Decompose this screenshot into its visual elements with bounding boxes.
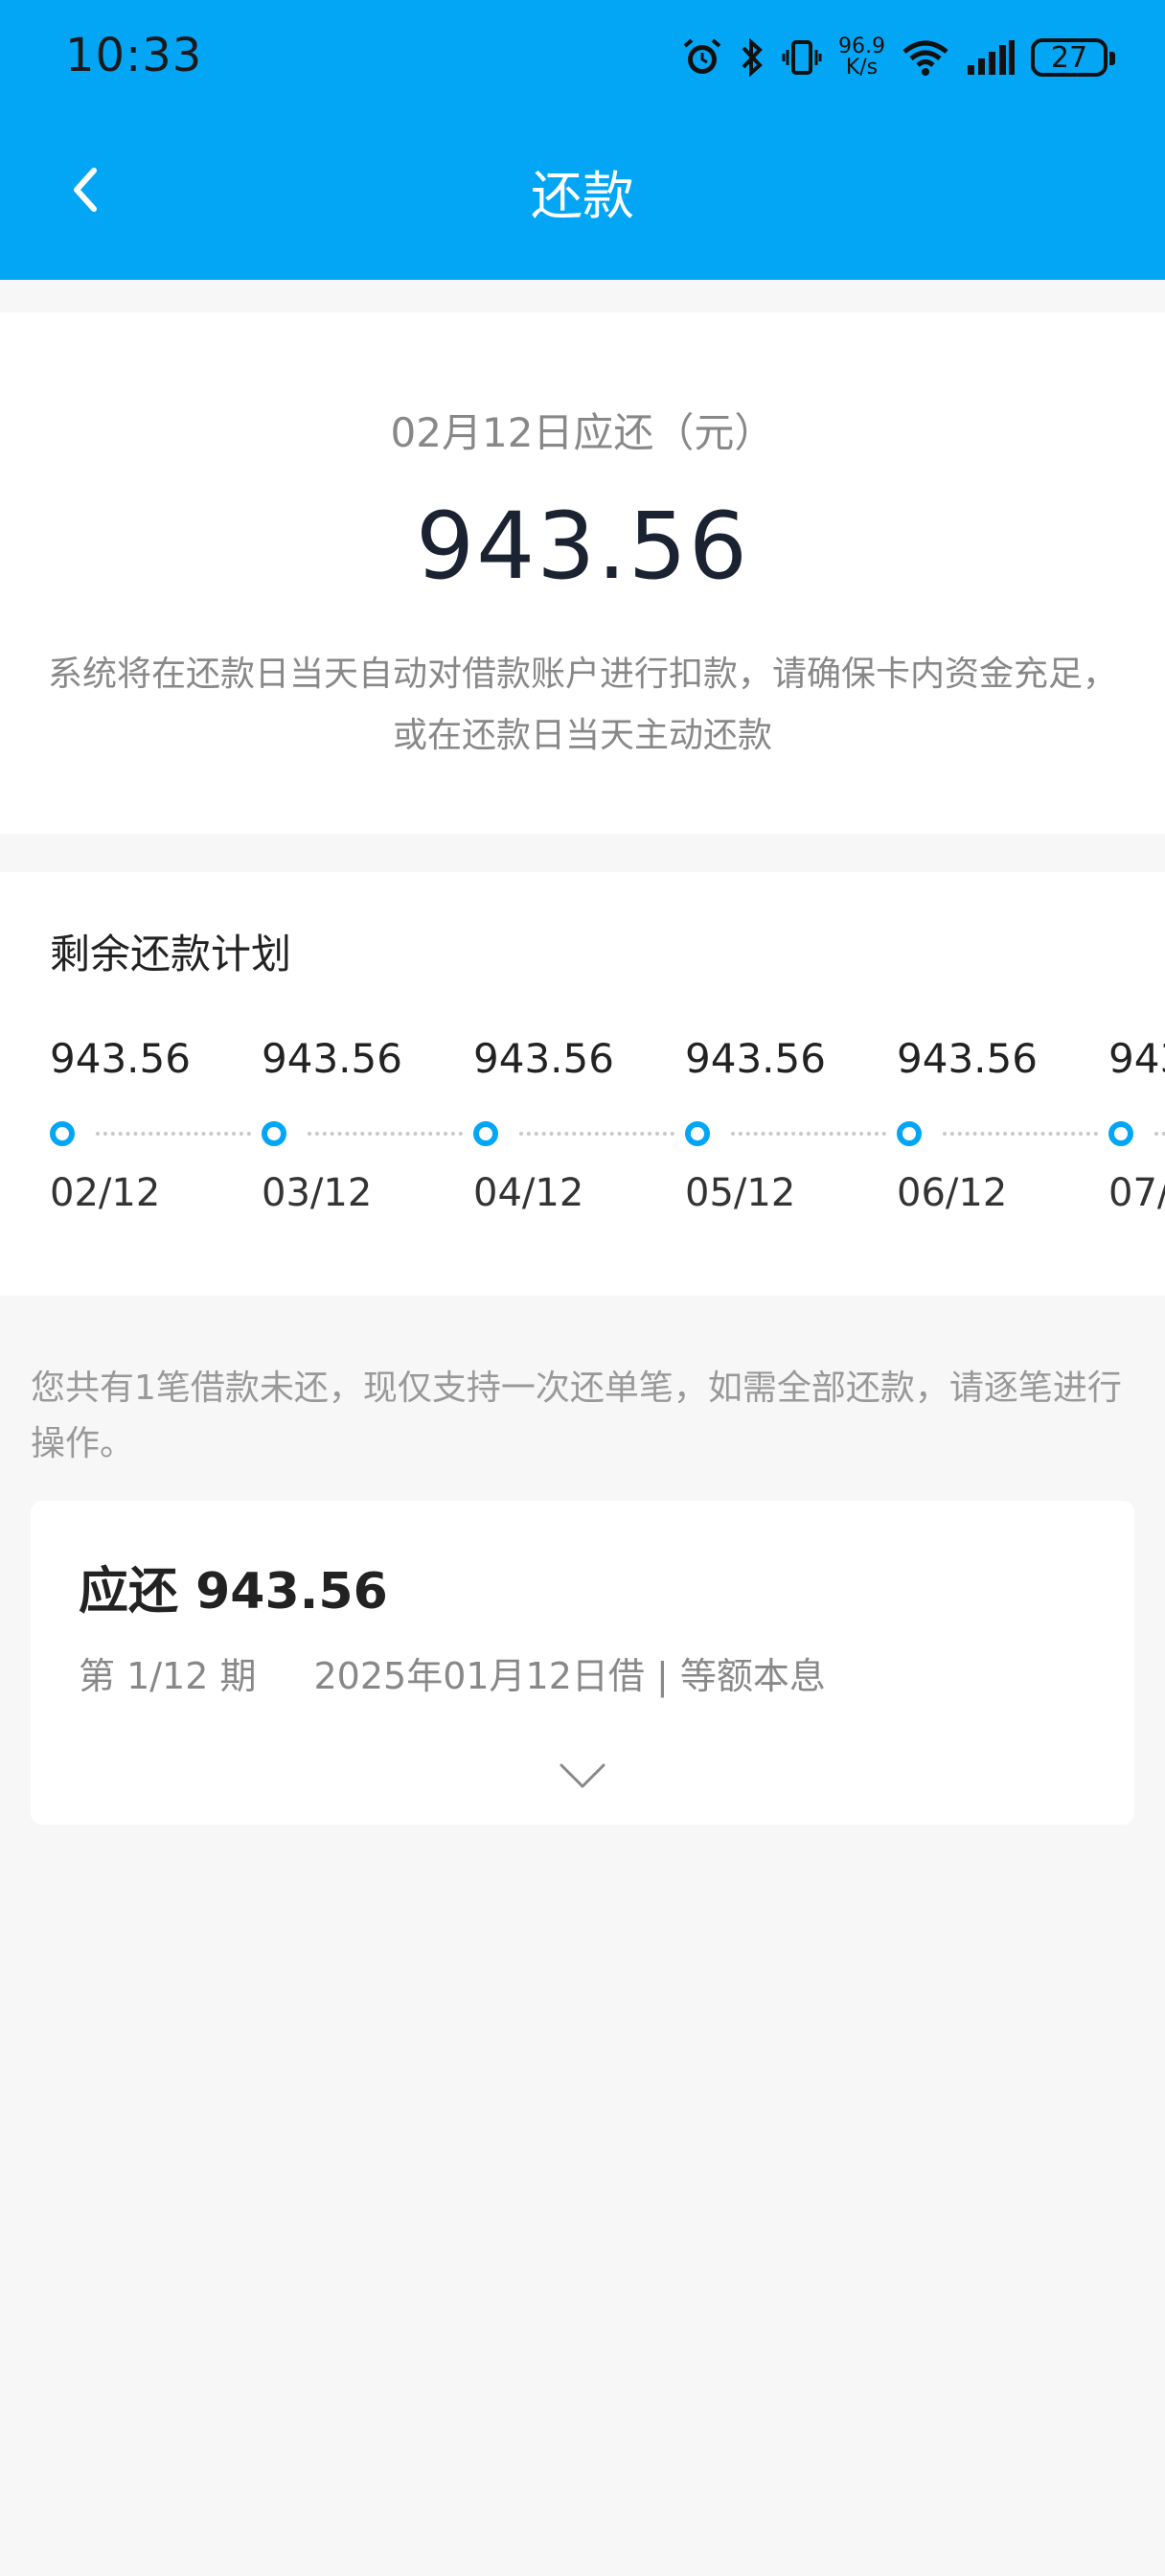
timeline-connector	[96, 1132, 251, 1136]
timeline-connector	[1154, 1132, 1165, 1136]
page-title: 还款	[531, 166, 634, 226]
plan-item: 943.56 07/12	[1108, 872, 1165, 1296]
timeline-connector	[943, 1132, 1098, 1136]
signal-icon	[968, 40, 1015, 75]
timeline-connector	[519, 1132, 674, 1136]
chevron-down-icon[interactable]	[558, 1761, 607, 1790]
loan-meta: 第 1/12 期 2025年01月12日借 | 等额本息	[79, 1646, 826, 1699]
plan-item-date: 02/12	[50, 1171, 161, 1215]
repayment-plan-card[interactable]: 剩余还款计划 943.56 02/12 943.56 03/12 943.56 …	[0, 872, 1165, 1296]
plan-item-amount: 943.56	[262, 1035, 402, 1082]
network-speed-unit: K/s	[845, 56, 879, 80]
status-time: 10:33	[65, 29, 203, 82]
app-header: 10:33 96.9 K/s 27 还款	[0, 0, 1165, 280]
plan-item-date: 04/12	[473, 1171, 584, 1215]
plan-item-amount: 943.56	[50, 1035, 191, 1082]
plan-item: 943.56 04/12	[473, 872, 685, 1296]
plan-item: 943.56 05/12	[685, 872, 897, 1296]
due-summary-card: 02月12日应还（元） 943.56 系统将在还款日当天自动对借款账户进行扣款，…	[0, 312, 1165, 834]
timeline-dot	[897, 1121, 922, 1146]
network-speed-value: 96.9	[838, 34, 885, 58]
due-amount: 943.56	[416, 493, 749, 600]
due-date-label: 02月12日应还（元）	[390, 409, 775, 456]
status-icons: 96.9 K/s 27	[681, 29, 1115, 86]
plan-item: 943.56 03/12	[262, 872, 473, 1296]
loan-due-amount: 应还 943.56	[79, 1563, 388, 1621]
battery-indicator: 27	[1031, 38, 1115, 77]
plan-item: 943.56 06/12	[897, 872, 1108, 1296]
timeline-dot	[50, 1121, 75, 1146]
bluetooth-icon	[742, 37, 763, 78]
network-speed: 96.9 K/s	[838, 36, 885, 79]
plan-item: 943.56 02/12	[50, 872, 262, 1296]
single-repayment-note: 您共有1笔借款未还，现仅支持一次还单笔，如需全部还款，请逐笔进行操作。	[31, 1368, 1122, 1463]
timeline-connector	[308, 1132, 463, 1136]
vibrate-icon	[782, 40, 822, 75]
alarm-icon	[683, 38, 721, 74]
plan-item-amount: 943.56	[1108, 1035, 1165, 1082]
timeline-dot	[473, 1121, 498, 1146]
timeline-connector	[731, 1132, 886, 1136]
loan-detail: 2025年01月12日借 | 等额本息	[313, 1655, 826, 1697]
nav-bar: 还款	[0, 119, 1165, 253]
plan-item-date: 05/12	[685, 1171, 796, 1215]
timeline-dot	[262, 1121, 286, 1146]
plan-item-amount: 943.56	[897, 1035, 1038, 1082]
loan-card[interactable]: 应还 943.56 第 1/12 期 2025年01月12日借 | 等额本息	[31, 1501, 1134, 1825]
timeline-dot	[1108, 1121, 1133, 1146]
timeline-dot	[685, 1121, 710, 1146]
plan-item-date: 07/12	[1108, 1171, 1165, 1215]
auto-debit-note: 系统将在还款日当天自动对借款账户进行扣款，请确保卡内资金充足，或在还款日当天主动…	[47, 655, 1117, 755]
plan-item-date: 03/12	[262, 1171, 373, 1215]
plan-item-date: 06/12	[897, 1171, 1008, 1215]
wifi-icon	[902, 40, 948, 76]
plan-item-amount: 943.56	[685, 1035, 826, 1082]
loan-period: 第 1/12 期	[79, 1655, 257, 1697]
status-bar: 10:33 96.9 K/s 27	[0, 0, 1165, 119]
plan-item-amount: 943.56	[473, 1035, 614, 1082]
